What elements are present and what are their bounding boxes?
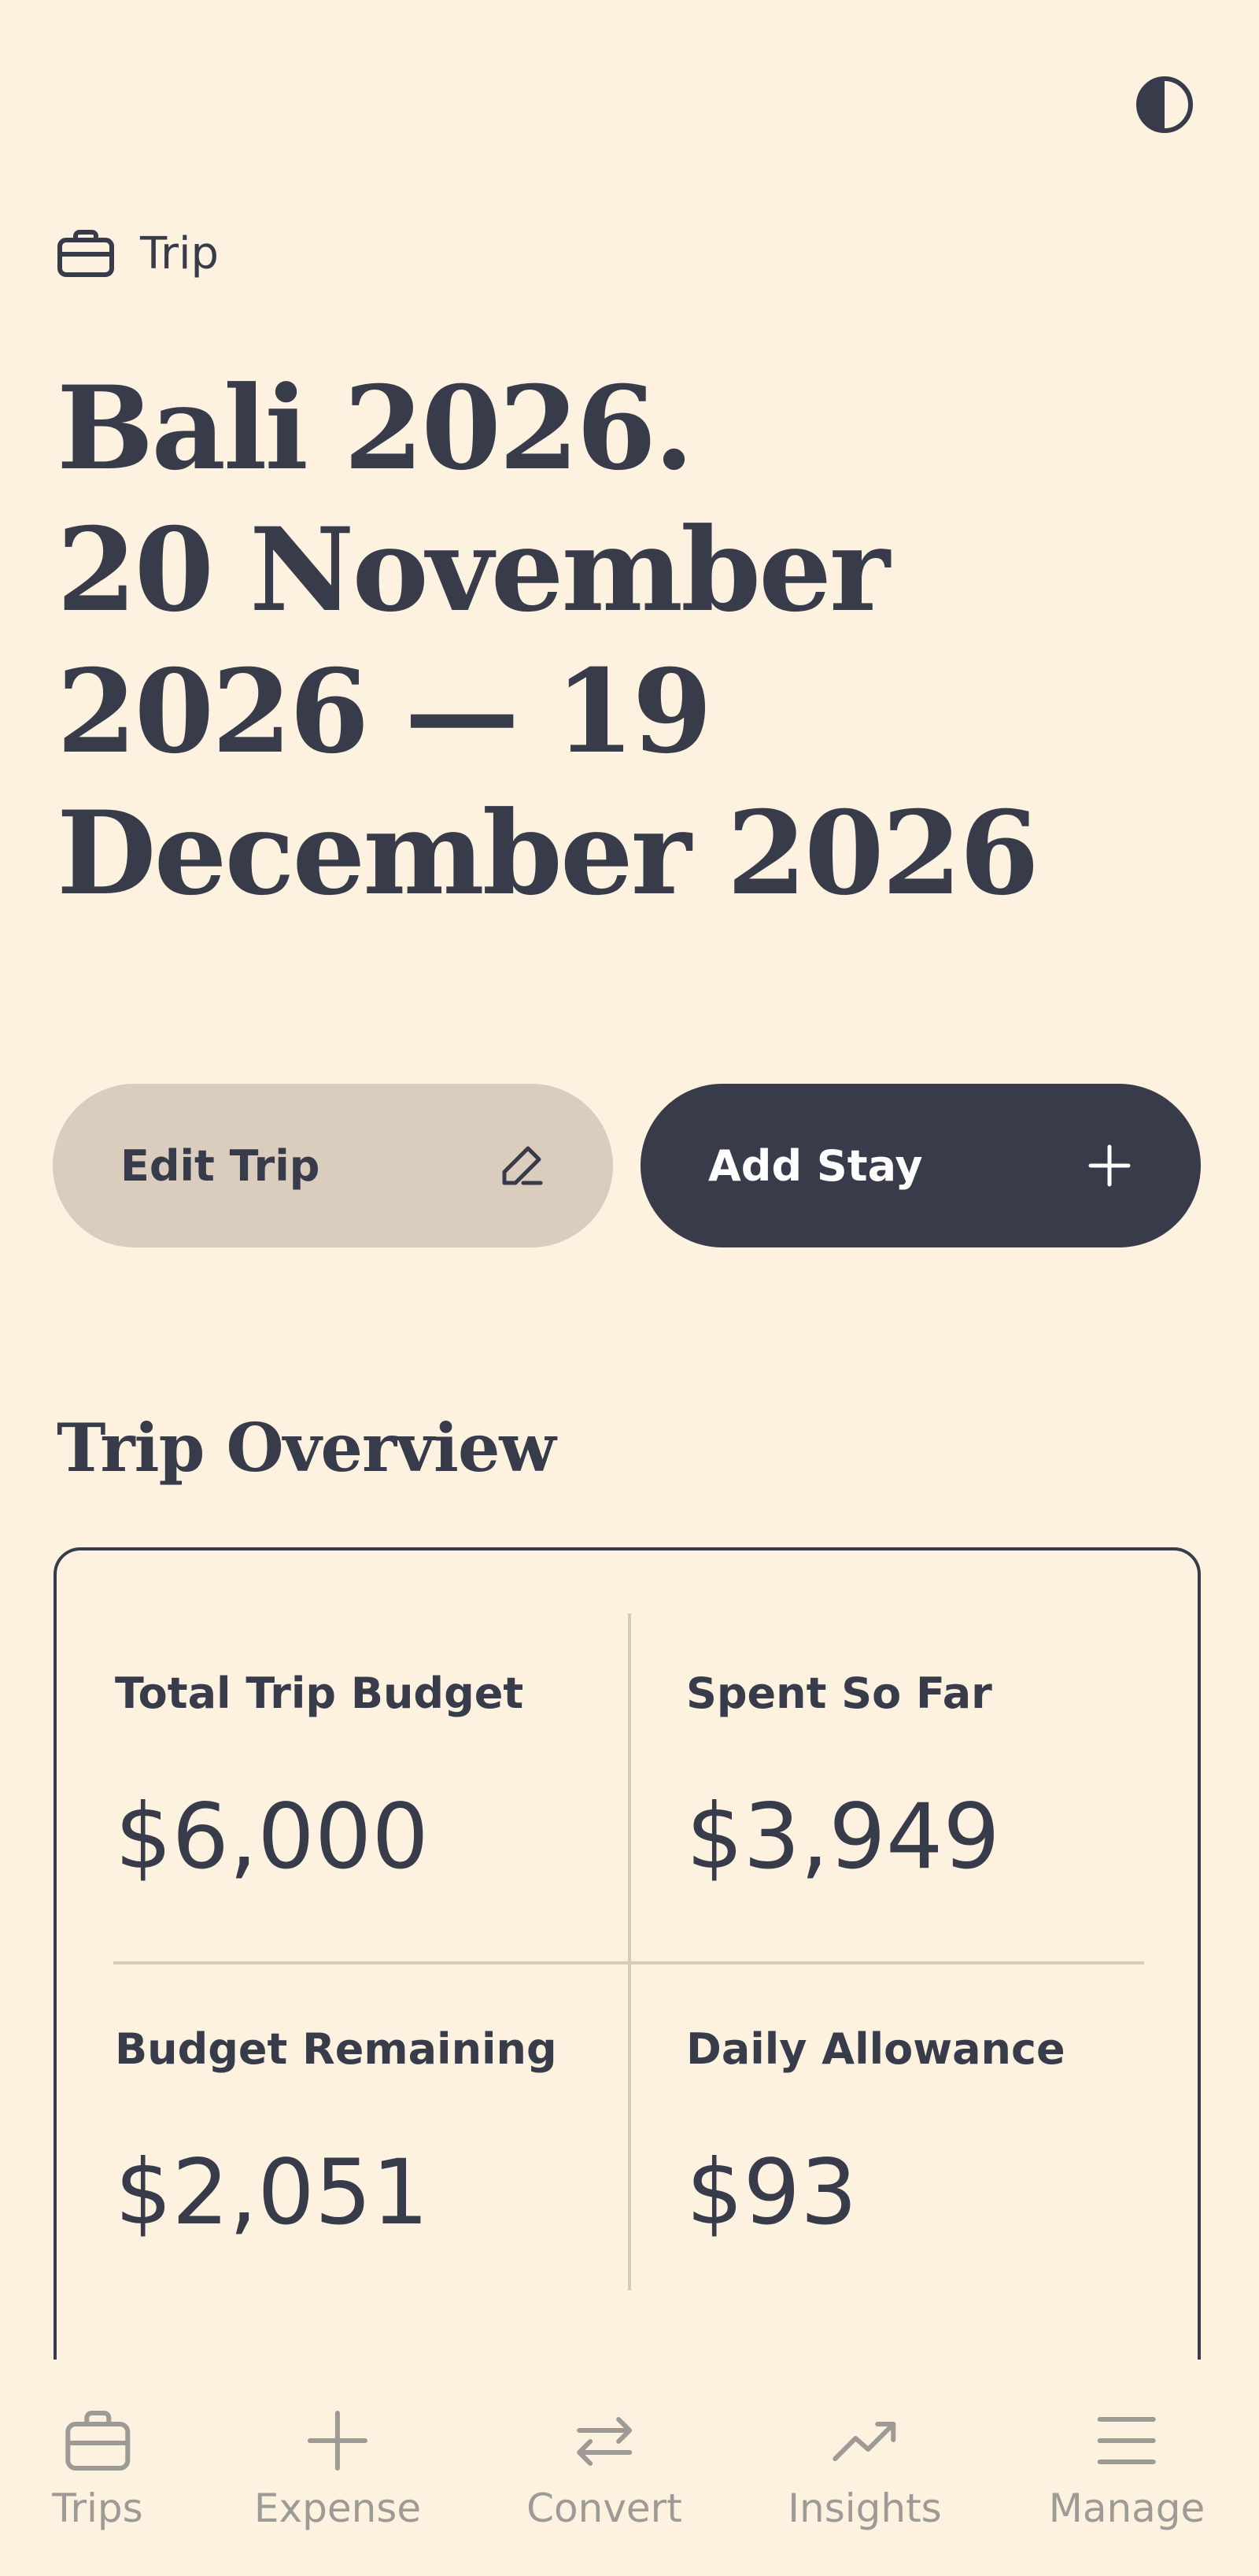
tab-convert[interactable]: Convert: [526, 2407, 682, 2531]
tab-label: Trips: [52, 2485, 143, 2531]
tab-trips[interactable]: Trips: [52, 2407, 143, 2531]
card-divider-horizontal: [113, 1961, 1144, 1964]
swap-arrows-icon: [577, 2417, 632, 2466]
tab-label: Convert: [526, 2485, 682, 2531]
stat-value: $93: [686, 2140, 858, 2245]
card-divider-vertical: [628, 1613, 631, 2290]
tab-label: Insights: [788, 2485, 942, 2531]
pencil-icon: [502, 1146, 543, 1185]
tab-label: Manage: [1048, 2485, 1205, 2531]
stat-budget-remaining: Budget Remaining $2,051: [115, 2024, 603, 2245]
stat-label: Total Trip Budget: [115, 1669, 524, 1718]
trip-title-line: December 2026: [57, 786, 1039, 921]
tab-manage[interactable]: Manage: [1049, 2407, 1205, 2531]
trip-title-line: Bali 2026.: [57, 361, 694, 496]
plus-icon: [308, 2411, 367, 2471]
menu-icon: [1097, 2417, 1156, 2464]
stat-daily-allowance: Daily Allowance $93: [686, 2024, 1174, 2245]
stat-spent-so-far: Spent So Far $3,949: [686, 1669, 1174, 1889]
tab-insights[interactable]: Insights: [788, 2407, 942, 2531]
trip-title-line: 2026 — 19: [57, 645, 712, 779]
add-stay-label: Add Stay: [708, 1140, 923, 1191]
trip-overview-heading: Trip Overview: [57, 1409, 556, 1487]
add-stay-button[interactable]: Add Stay: [641, 1084, 1201, 1247]
trip-eyebrow: Trip: [57, 225, 219, 282]
edit-trip-button[interactable]: Edit Trip: [53, 1084, 613, 1247]
briefcase-icon: [57, 230, 114, 277]
stat-label: Budget Remaining: [115, 2024, 557, 2074]
eyebrow-label: Trip: [140, 227, 220, 279]
bottom-tab-bar: Trips Expense Convert Insights Manage: [0, 2360, 1259, 2576]
trip-title: Bali 2026. 20 November 2026 — 19 Decembe…: [57, 358, 1080, 925]
stat-value: $2,051: [115, 2140, 429, 2245]
trend-up-icon: [833, 2422, 895, 2461]
stat-total-budget: Total Trip Budget $6,000: [115, 1669, 603, 1889]
edit-trip-label: Edit Trip: [120, 1140, 320, 1191]
stat-value: $3,949: [686, 1784, 1000, 1889]
trip-overview-card: Total Trip Budget $6,000 Spent So Far $3…: [54, 1547, 1201, 2413]
theme-toggle-button[interactable]: [1135, 75, 1194, 135]
briefcase-icon: [65, 2411, 130, 2471]
trip-detail-screen: Trip Bali 2026. 20 November 2026 — 19 De…: [0, 0, 1259, 2576]
trip-title-line: 20 November: [57, 503, 890, 638]
plus-icon: [1088, 1144, 1131, 1187]
contrast-half-circle-icon: [1136, 76, 1193, 133]
stat-label: Daily Allowance: [686, 2024, 1065, 2074]
stat-label: Spent So Far: [686, 1669, 992, 1718]
tab-label: Expense: [253, 2485, 422, 2531]
stat-value: $6,000: [115, 1784, 429, 1889]
tab-expense[interactable]: Expense: [254, 2407, 421, 2531]
